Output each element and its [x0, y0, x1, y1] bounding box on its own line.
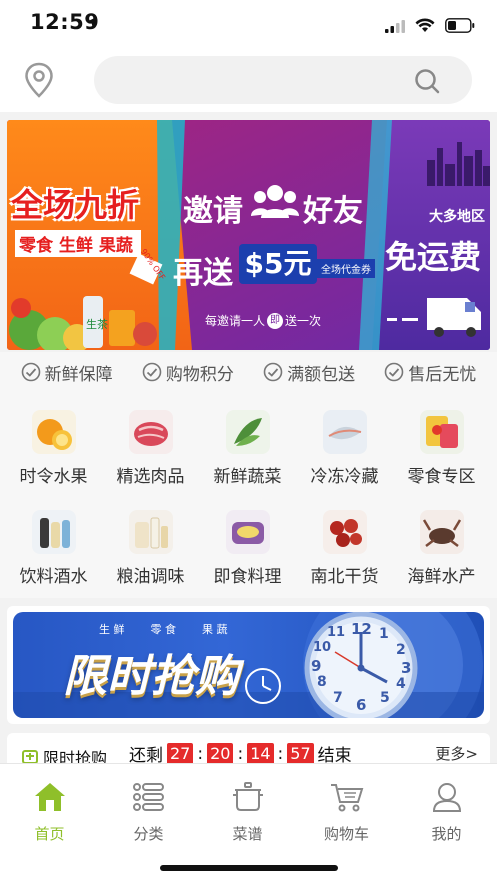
category-drinks[interactable]: 饮料酒水: [4, 492, 103, 592]
grain-oil-icon: [128, 510, 173, 554]
cart-icon: [297, 778, 396, 816]
banner-center-rule: 每邀请一人 即 送一次: [205, 312, 322, 329]
category-grid: 时令水果 精选肉品 新鲜蔬菜 冷冻冷藏 零食专区 饮料酒水 粮油调味 即食料理 …: [0, 392, 497, 598]
user-icon: [397, 778, 496, 816]
category-snack[interactable]: 零食专区: [392, 392, 491, 492]
guarantee-item: 售后无忧: [384, 360, 476, 385]
service-guarantees: 新鲜保障 购物积分 满额包送 售后无忧: [0, 352, 497, 392]
guarantee-item: 满额包送: [263, 360, 355, 385]
tab-home[interactable]: 首页: [0, 778, 99, 844]
status-right: [385, 18, 475, 37]
tab-cart[interactable]: 购物车: [297, 778, 396, 844]
banner-center-amount: $5元: [239, 244, 317, 284]
signal-icon: [385, 18, 405, 37]
countdown-minutes: 20: [207, 742, 234, 765]
search-icon[interactable]: [414, 68, 440, 98]
snack-icon: [419, 410, 464, 454]
vegetable-icon: [225, 410, 270, 454]
cooking-pot-icon: [198, 778, 297, 816]
countdown-seconds: 14: [247, 742, 274, 765]
banner-center-coupon: 全场代金券: [317, 259, 375, 278]
category-fruit[interactable]: 时令水果: [4, 392, 103, 492]
frozen-icon: [322, 410, 367, 454]
tab-category[interactable]: 分类: [99, 778, 198, 844]
home-indicator: [160, 865, 338, 871]
flash-banner-title: 限时抢购: [63, 651, 239, 702]
location-pin-icon[interactable]: [24, 62, 54, 102]
banner-center-again: 再送: [173, 256, 233, 291]
seafood-icon: [419, 510, 464, 554]
check-circle-icon: [385, 362, 404, 382]
banner-right-region: 大多地区: [429, 209, 485, 225]
category-ready-meal[interactable]: 即食料理: [198, 492, 297, 592]
dried-goods-icon: [322, 510, 367, 554]
check-circle-icon: [142, 362, 162, 382]
wifi-icon: [415, 18, 435, 37]
check-circle-icon: [263, 362, 283, 382]
flash-sale-banner[interactable]: 生 鲜 零 食 果 蔬 限时抢购 12 1 2 3 4 5 6 7 8 9 10…: [7, 606, 490, 724]
category-seafood[interactable]: 海鲜水产: [392, 492, 491, 592]
category-list-icon: [99, 778, 198, 816]
category-dried-goods[interactable]: 南北干货: [295, 492, 394, 592]
banner-center-friends: 好友: [303, 194, 363, 229]
check-circle-icon: [21, 362, 40, 382]
ready-meal-icon: [225, 510, 270, 554]
bottom-tab-bar: 首页 分类 菜谱 购物车 我的: [0, 763, 497, 883]
battery-icon: [445, 18, 475, 37]
category-grain-oil[interactable]: 粮油调味: [101, 492, 200, 592]
home-icon: [0, 778, 99, 816]
app-screen: 12:59 全场九折 零食 生鲜 果蔬 90% OFF 生茶 邀请 好友 再送 …: [0, 0, 497, 883]
location-arrow-icon: [86, 13, 98, 32]
tab-profile[interactable]: 我的: [397, 778, 496, 844]
guarantee-item: 新鲜保障: [21, 360, 113, 385]
banner-left-tags: 零食 生鲜 果蔬: [15, 230, 141, 257]
meat-icon: [128, 410, 173, 454]
banner-right-free: 免运费: [385, 238, 482, 276]
banner-product-label: 生茶: [86, 318, 108, 331]
drinks-icon: [31, 510, 76, 554]
friends-icon: [251, 184, 299, 222]
category-frozen[interactable]: 冷冻冷藏: [295, 392, 394, 492]
status-bar: 12:59: [0, 0, 497, 48]
flash-tags: 生 鲜 零 食 果 蔬: [99, 623, 228, 636]
guarantee-item: 购物积分: [142, 360, 234, 385]
category-meat[interactable]: 精选肉品: [101, 392, 200, 492]
banner-left-title: 全场九折: [11, 186, 140, 224]
tab-recipes[interactable]: 菜谱: [198, 778, 297, 844]
top-header: [0, 48, 497, 112]
countdown-hours: 27: [167, 742, 194, 765]
banner-center-invite: 邀请: [183, 194, 243, 229]
countdown-ms: 57: [287, 742, 314, 765]
category-vegetable[interactable]: 新鲜蔬菜: [198, 392, 297, 492]
fruit-icon: [31, 410, 76, 454]
search-input[interactable]: [94, 56, 472, 104]
promo-banner[interactable]: 全场九折 零食 生鲜 果蔬 90% OFF 生茶 邀请 好友 再送 $5元 全场…: [7, 120, 490, 350]
more-link[interactable]: 更多>: [435, 743, 478, 764]
